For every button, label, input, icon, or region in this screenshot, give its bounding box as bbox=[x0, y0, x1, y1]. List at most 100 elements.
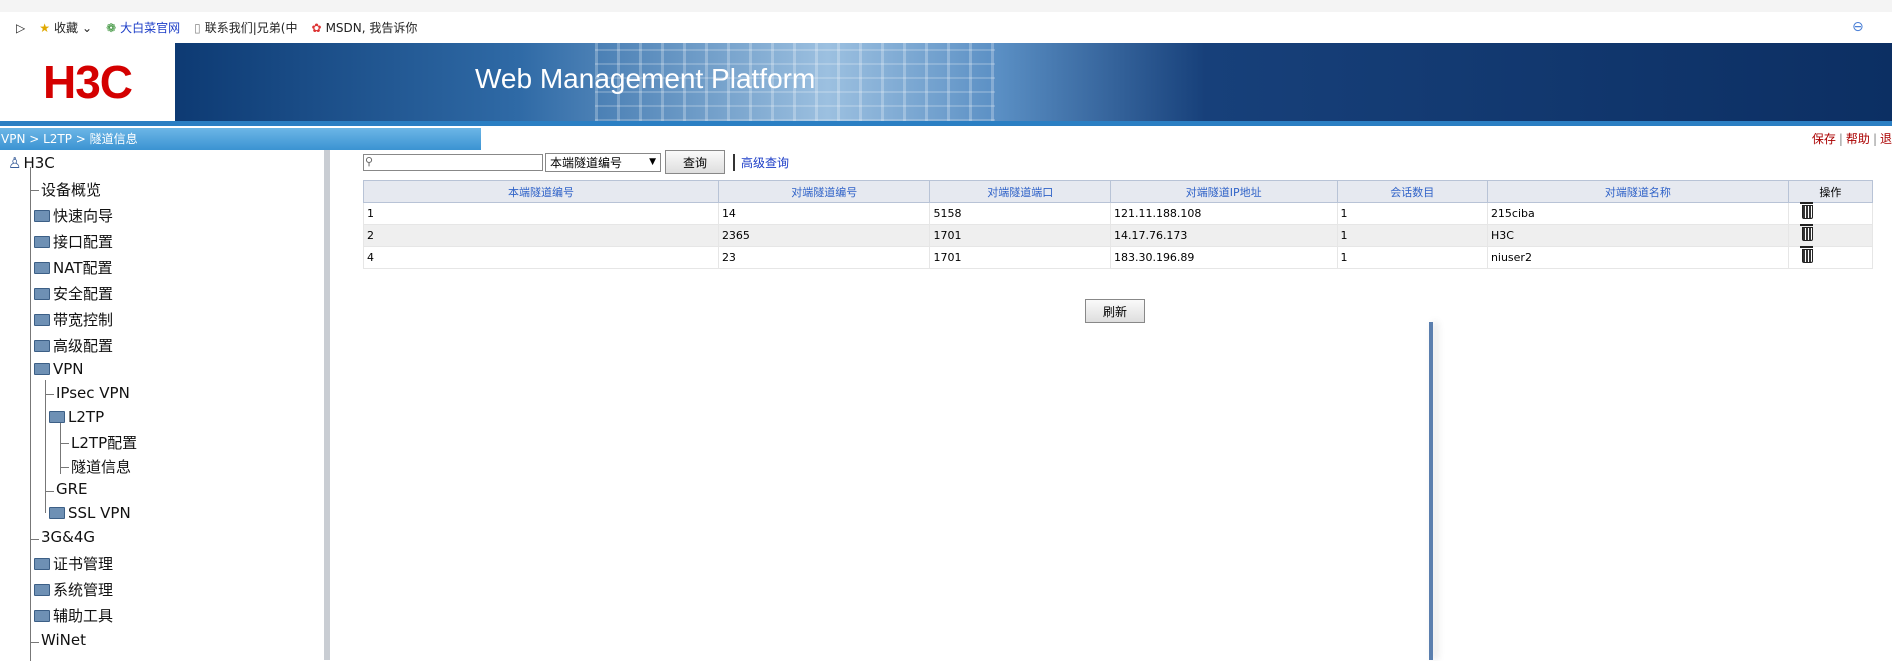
column-header[interactable]: 对端隧道IP地址 bbox=[1109, 180, 1338, 203]
folder-icon bbox=[34, 235, 50, 248]
tree-line bbox=[60, 467, 69, 468]
folder-icon bbox=[34, 313, 50, 326]
sidebar-toggle-icon[interactable]: ▷ bbox=[16, 21, 25, 35]
column-header[interactable]: 会话数目 bbox=[1336, 180, 1488, 203]
folder-icon bbox=[34, 287, 50, 300]
table-cell: 2365 bbox=[717, 224, 931, 247]
dropdown-arrow-icon: ▼ bbox=[649, 157, 656, 167]
sidebar-item-label: 隧道信息 bbox=[71, 458, 132, 476]
main-content: ⚲ 本端隧道编号 ▼ 查询 高级查询 本端隧道编号 对端隧道编号 对端隧道端口 对… bbox=[330, 150, 1892, 660]
folder-icon bbox=[34, 557, 50, 570]
column-header[interactable]: 本端隧道编号 bbox=[363, 180, 719, 203]
save-link[interactable]: 保存 bbox=[1812, 132, 1836, 146]
star-icon: ★ bbox=[39, 20, 50, 35]
breadcrumb: VPN > L2TP > 隧道信息 bbox=[0, 128, 481, 150]
bookmark-favorites[interactable]: ★ 收藏 ⌄ bbox=[39, 19, 92, 36]
bookmark-item[interactable]: ▯ 联系我们|兄弟(中 bbox=[194, 19, 297, 36]
tree-root[interactable]: ♙ H3C bbox=[8, 154, 55, 172]
table-cell: 2 bbox=[363, 224, 719, 247]
search-field-select[interactable]: 本端隧道编号 ▼ bbox=[545, 152, 661, 172]
folder-icon bbox=[34, 261, 50, 274]
sidebar-item-interface-config[interactable]: 接口配置 bbox=[34, 231, 113, 252]
search-input[interactable] bbox=[363, 153, 543, 171]
bookmark-label: 联系我们|兄弟(中 bbox=[204, 21, 298, 35]
sidebar-item-label: 设备概览 bbox=[41, 181, 102, 199]
tree-line bbox=[45, 491, 54, 492]
bookmarks-bar: ▷ ★ 收藏 ⌄ ❁ 大白菜官网 ▯ 联系我们|兄弟(中 ✿ MSDN, 我告诉你 ⊖ bbox=[0, 12, 1892, 44]
table-cell: H3C bbox=[1486, 224, 1789, 247]
sidebar-item-bandwidth-control[interactable]: 带宽控制 bbox=[34, 309, 113, 330]
tree-line bbox=[30, 642, 39, 643]
sidebar-item-nat-config[interactable]: NAT配置 bbox=[34, 257, 112, 278]
sidebar-item-label: IPsec VPN bbox=[56, 384, 130, 402]
table-cell: 1701 bbox=[929, 224, 1111, 247]
sidebar-item-cert-management[interactable]: 证书管理 bbox=[34, 553, 113, 574]
table-header-row: 本端隧道编号 对端隧道编号 对端隧道端口 对端隧道IP地址 会话数目 对端隧道名… bbox=[363, 180, 1874, 203]
h3c-logo: H3C bbox=[42, 56, 133, 108]
advanced-query-link[interactable]: 高级查询 bbox=[733, 153, 789, 171]
column-header: 操作 bbox=[1787, 180, 1874, 203]
sidebar-item-tunnel-info[interactable]: 隧道信息 bbox=[71, 456, 131, 477]
table-cell: 5158 bbox=[929, 202, 1111, 225]
column-header[interactable]: 对端隧道端口 bbox=[929, 180, 1111, 203]
folder-icon bbox=[49, 507, 65, 519]
page-icon: ▯ bbox=[194, 20, 201, 35]
table-cell: 14 bbox=[717, 202, 931, 225]
minus-circle-icon[interactable]: ⊖ bbox=[1852, 19, 1864, 35]
logout-link[interactable]: 退 bbox=[1880, 132, 1892, 146]
refresh-button[interactable]: 刷新 bbox=[1085, 299, 1145, 323]
sidebar-item-l2tp[interactable]: L2TP bbox=[49, 408, 104, 426]
folder-open-icon bbox=[49, 411, 65, 423]
column-header[interactable]: 对端隧道编号 bbox=[717, 180, 931, 203]
sidebar-item-l2tp-config[interactable]: L2TP配置 bbox=[71, 432, 137, 453]
sidebar-item-label: 系统管理 bbox=[53, 581, 114, 599]
sidebar-item-device-overview[interactable]: 设备概览 bbox=[41, 179, 101, 200]
bookmark-item[interactable]: ❁ 大白菜官网 bbox=[106, 19, 180, 36]
table-cell bbox=[1787, 246, 1874, 269]
sidebar-item-quick-wizard[interactable]: 快速向导 bbox=[34, 205, 113, 226]
sidebar-item-label: L2TP bbox=[68, 408, 105, 426]
top-links: 保存 | 帮助 | 退 bbox=[1811, 132, 1892, 146]
sidebar-item-label: 带宽控制 bbox=[53, 311, 114, 329]
delete-icon[interactable] bbox=[1799, 202, 1813, 219]
help-link[interactable]: 帮助 bbox=[1846, 132, 1870, 146]
query-button[interactable]: 查询 bbox=[665, 150, 725, 174]
sidebar-item-label: GRE bbox=[56, 480, 88, 498]
sidebar-item-label: 证书管理 bbox=[53, 555, 114, 573]
sidebar-item-winet[interactable]: WiNet bbox=[41, 631, 86, 649]
table-row: 1 14 5158 121.11.188.108 1 215ciba bbox=[363, 202, 1874, 225]
column-header[interactable]: 对端隧道名称 bbox=[1486, 180, 1789, 203]
sidebar-item-label: 快速向导 bbox=[53, 207, 114, 225]
sidebar-item-3g-4g[interactable]: 3G&4G bbox=[41, 528, 95, 546]
sidebar-item-ipsec-vpn[interactable]: IPsec VPN bbox=[56, 384, 130, 402]
sidebar-item-gre[interactable]: GRE bbox=[56, 480, 88, 498]
table-cell: 183.30.196.89 bbox=[1109, 246, 1338, 269]
table-cell: 1 bbox=[363, 202, 719, 225]
delete-icon[interactable] bbox=[1799, 246, 1813, 263]
sidebar-item-tools[interactable]: 辅助工具 bbox=[34, 605, 113, 626]
delete-icon[interactable] bbox=[1799, 224, 1813, 241]
sidebar-item-vpn[interactable]: VPN bbox=[34, 360, 84, 378]
table-cell bbox=[1787, 202, 1874, 225]
sidebar-item-advanced-config[interactable]: 高级配置 bbox=[34, 335, 113, 356]
bookmark-item[interactable]: ✿ MSDN, 我告诉你 bbox=[312, 19, 418, 36]
table-cell: 14.17.76.173 bbox=[1109, 224, 1338, 247]
sidebar-item-ssl-vpn[interactable]: SSL VPN bbox=[49, 504, 131, 522]
sidebar-item-label: 3G&4G bbox=[41, 528, 96, 546]
tree-line bbox=[60, 443, 69, 444]
tunnel-table: 本端隧道编号 对端隧道编号 对端隧道端口 对端隧道IP地址 会话数目 对端隧道名… bbox=[363, 180, 1874, 269]
table-cell: 4 bbox=[363, 246, 719, 269]
table-cell: 1 bbox=[1336, 224, 1488, 247]
tree-line bbox=[30, 190, 39, 191]
sidebar-item-label: 高级配置 bbox=[53, 337, 114, 355]
msdn-icon: ✿ bbox=[311, 20, 322, 35]
nav-tree: ♙ H3C 设备概览 快速向导 接口配置 NAT配置 安全配置 带宽控制 高级配置… bbox=[0, 150, 330, 661]
folder-open-icon bbox=[34, 363, 50, 375]
table-cell: 23 bbox=[717, 246, 931, 269]
folder-icon bbox=[34, 209, 50, 222]
table-cell: 1701 bbox=[929, 246, 1111, 269]
folder-icon bbox=[34, 583, 50, 596]
sidebar-item-security-config[interactable]: 安全配置 bbox=[34, 283, 113, 304]
bookmark-label: MSDN, 我告诉你 bbox=[325, 21, 418, 35]
sidebar-item-system-management[interactable]: 系统管理 bbox=[34, 579, 113, 600]
